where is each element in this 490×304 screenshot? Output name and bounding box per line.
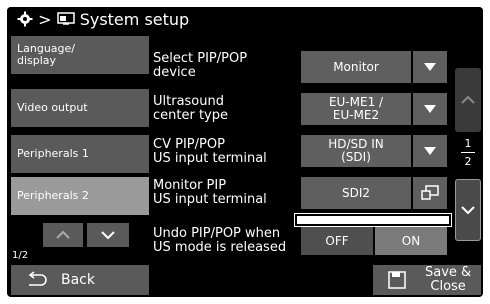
ultrasound-center-type-value[interactable]: EU-ME1 / EU-ME2 <box>301 93 411 125</box>
sidebar-item-video-output[interactable]: Video output <box>11 89 149 127</box>
sidebar-page-up-button[interactable] <box>43 223 83 247</box>
scroll-down-button[interactable] <box>455 179 481 241</box>
undo-pip-pop-on-button[interactable]: ON <box>375 227 447 255</box>
monitor-pip-us-input-value[interactable]: SDI2 <box>301 177 411 209</box>
scroll-page-indicator: 1 2 <box>459 137 477 175</box>
screen: > System setup Language/ display Video o… <box>7 7 483 297</box>
sidebar-page-indicator: 1/2 <box>12 250 29 261</box>
dropdown-arrow-icon <box>424 147 436 155</box>
save-and-close-button[interactable]: Save & Close <box>373 265 481 295</box>
save-icon <box>388 271 406 289</box>
chevron-up-icon <box>461 95 475 104</box>
sidebar-item-language-display[interactable]: Language/ display <box>11 36 149 74</box>
dropdown-arrow-icon <box>424 105 436 113</box>
focus-highlight <box>295 214 451 226</box>
breadcrumb-separator: > <box>38 10 52 29</box>
scroll-up-button[interactable] <box>455 68 481 132</box>
sidebar-item-label: Peripherals 2 <box>17 189 89 202</box>
page-divider <box>461 152 475 153</box>
monitor-setup-icon <box>56 12 75 25</box>
cv-pip-pop-us-input-dropdown[interactable] <box>413 135 447 167</box>
current-page: 1 <box>464 137 472 150</box>
row-label-cv-pip-pop-us-input: CV PIP/POP US input terminal <box>153 137 267 166</box>
chevron-down-icon <box>101 231 115 240</box>
value-text: HD/SD IN (SDI) <box>328 137 384 164</box>
sidebar-item-label: Video output <box>17 101 88 114</box>
select-pip-pop-device-dropdown[interactable] <box>413 51 447 83</box>
chevron-down-icon <box>461 206 475 215</box>
value-text: Monitor <box>333 59 379 74</box>
gear-icon <box>17 11 33 27</box>
ultrasound-center-type-dropdown[interactable] <box>413 93 447 125</box>
page-title-text: System setup <box>79 10 190 29</box>
dropdown-arrow-icon <box>424 63 436 71</box>
monitor-pip-us-input-open-button[interactable] <box>413 177 447 209</box>
page-title: > System setup <box>17 10 189 29</box>
value-text: SDI2 <box>341 185 371 200</box>
save-label: Save & Close <box>425 265 472 294</box>
total-pages: 2 <box>464 155 472 168</box>
undo-pip-pop-off-button[interactable]: OFF <box>301 227 373 255</box>
on-label: ON <box>401 234 421 248</box>
chevron-up-icon <box>56 230 70 239</box>
off-label: OFF <box>325 234 349 248</box>
back-arrow-icon <box>28 271 47 286</box>
sidebar-page-down-button[interactable] <box>87 223 129 247</box>
select-pip-pop-device-value[interactable]: Monitor <box>301 51 411 83</box>
value-text: EU-ME1 / EU-ME2 <box>328 95 384 122</box>
back-label: Back <box>61 272 95 288</box>
header: > System setup <box>7 7 483 35</box>
row-label-undo-pip-pop: Undo PIP/POP when US mode is released <box>153 226 287 255</box>
back-button[interactable]: Back <box>11 265 149 295</box>
sidebar-item-label: Peripherals 1 <box>17 147 89 160</box>
sidebar-item-peripherals-1[interactable]: Peripherals 1 <box>11 135 149 173</box>
cv-pip-pop-us-input-value[interactable]: HD/SD IN (SDI) <box>301 135 411 167</box>
row-label-ultrasound-center-type: Ultrasound center type <box>153 94 228 123</box>
row-label-select-pip-pop-device: Select PIP/POP device <box>153 51 248 80</box>
sidebar-item-label: Language/ display <box>17 42 75 67</box>
row-label-monitor-pip-us-input: Monitor PIP US input terminal <box>153 178 267 207</box>
sidebar-item-peripherals-2[interactable]: Peripherals 2 <box>11 177 149 215</box>
window-open-icon <box>421 185 439 200</box>
